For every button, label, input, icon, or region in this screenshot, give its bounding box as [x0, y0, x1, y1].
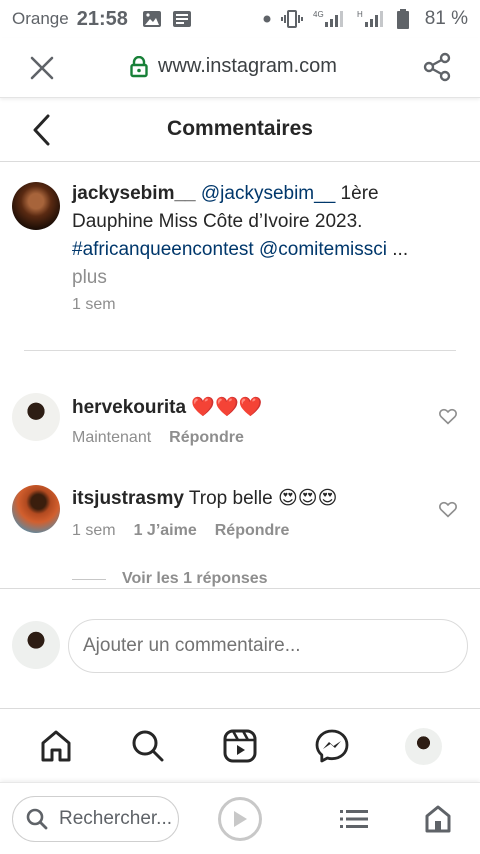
add-comment-bar: Ajouter un commentaire...	[0, 588, 480, 708]
likes-count[interactable]: 1 J’aime	[134, 522, 197, 540]
comment-body: itsjustrasmy Trop belle 😍😍😍	[72, 487, 337, 510]
reply-button[interactable]: Répondre	[169, 429, 244, 447]
comment-text: ❤️❤️❤️	[186, 397, 263, 418]
caption-text: jackysebim__ @jackysebim__ 1ère Dauphine…	[72, 180, 462, 292]
tabs-menu-button[interactable]	[340, 808, 370, 835]
replies-line	[72, 578, 106, 580]
avatar[interactable]	[12, 182, 60, 230]
play-icon	[234, 811, 247, 827]
url-text: www.instagram.com	[158, 55, 337, 77]
caption-ellipsis: ...	[387, 239, 409, 260]
comment-meta: 1 sem 1 J’aime Répondre	[72, 522, 307, 540]
browser-bottom-bar: Rechercher...	[0, 782, 480, 854]
share-icon	[423, 52, 451, 82]
signal-h-icon: H	[357, 9, 387, 29]
page-title: Commentaires	[167, 117, 313, 140]
search-icon	[132, 730, 164, 762]
address-bar[interactable]: www.instagram.com	[130, 55, 337, 78]
close-icon	[30, 56, 54, 80]
like-button[interactable]	[438, 407, 458, 425]
comment-body: hervekourita ❤️❤️❤️	[72, 395, 262, 419]
close-tab-button[interactable]	[28, 54, 56, 82]
avatar[interactable]	[12, 485, 60, 533]
gallery-icon	[142, 10, 162, 28]
heart-icon	[439, 501, 457, 518]
nav-search[interactable]	[129, 727, 167, 765]
nav-profile-avatar[interactable]	[405, 728, 442, 765]
nav-reels[interactable]	[221, 727, 259, 765]
caption-mention[interactable]: @jackysebim__	[201, 183, 335, 204]
comment-time: Maintenant	[72, 429, 152, 446]
network-label-2: H	[357, 10, 363, 19]
heart-icon	[439, 408, 457, 425]
browser-toolbar: www.instagram.com	[0, 38, 480, 98]
browser-home-button[interactable]	[425, 805, 451, 838]
caption-time: 1 sem	[72, 296, 116, 313]
view-replies-label: Voir les 1 réponses	[122, 570, 268, 587]
reels-icon	[223, 729, 257, 763]
list-icon	[340, 810, 368, 828]
comments-header: Commentaires	[0, 98, 480, 162]
caption-mention-2[interactable]: @comitemissci	[259, 239, 387, 260]
divider	[24, 350, 456, 351]
nav-home[interactable]	[37, 727, 75, 765]
caption-hashtag[interactable]: #africanqueencontest	[72, 239, 254, 260]
comment-input[interactable]: Ajouter un commentaire...	[68, 619, 468, 673]
comment-username[interactable]: itsjustrasmy	[72, 488, 184, 509]
home-icon	[425, 805, 451, 833]
status-bar: Orange 21:58 4G H 81 %	[0, 0, 480, 38]
lock-icon	[130, 55, 148, 78]
search-icon	[26, 808, 48, 830]
news-icon	[172, 10, 192, 28]
play-button[interactable]	[218, 797, 262, 841]
network-label: 4G	[313, 10, 324, 19]
share-button[interactable]	[422, 52, 452, 87]
comment-username[interactable]: hervekourita	[72, 397, 186, 418]
notification-dot-icon	[263, 15, 271, 23]
view-replies-button[interactable]: Voir les 1 réponses	[72, 570, 268, 588]
carrier-label: Orange	[12, 9, 69, 28]
bottom-navigation	[0, 708, 480, 782]
clock: 21:58	[76, 7, 128, 30]
browser-search-button[interactable]: Rechercher...	[12, 796, 179, 842]
comment-time: 1 sem	[72, 522, 116, 539]
comment-input-placeholder: Ajouter un commentaire...	[83, 635, 301, 656]
more-link[interactable]: plus	[72, 267, 107, 288]
comment-meta: Maintenant Répondre	[72, 429, 262, 447]
battery-level: 81 %	[424, 8, 468, 29]
avatar[interactable]	[12, 393, 60, 441]
messenger-icon	[315, 729, 349, 763]
signal-4g-icon: 4G	[313, 9, 347, 29]
home-icon	[41, 730, 71, 762]
vibrate-icon	[280, 9, 303, 29]
comment-text: Trop belle 😍😍😍	[183, 488, 338, 509]
avatar	[12, 621, 60, 669]
battery-icon	[396, 9, 409, 29]
like-button[interactable]	[438, 500, 458, 518]
nav-messenger[interactable]	[313, 727, 351, 765]
browser-search-label: Rechercher...	[59, 808, 172, 829]
caption-username[interactable]: jackysebim__	[72, 183, 196, 204]
reply-button[interactable]: Répondre	[215, 522, 290, 540]
